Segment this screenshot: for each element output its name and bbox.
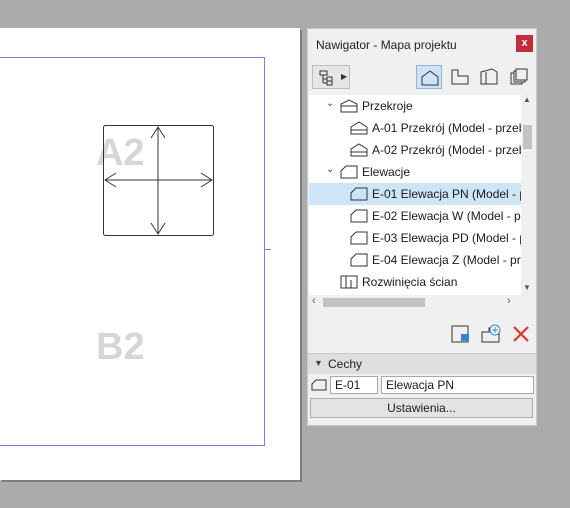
view-map-button[interactable] <box>447 65 473 89</box>
tree-item-label: E-04 Elewacja Z (Model - prze <box>372 253 521 267</box>
navigator-palette: Nawigator - Mapa projektu x ▶ ⌄ Przekroj… <box>307 28 537 426</box>
vertical-scrollbar[interactable]: ▲ ▼ <box>521 95 534 295</box>
collapse-triangle-icon[interactable]: ▼ <box>314 358 323 368</box>
tree-item-selected[interactable]: E-01 Elewacja PN (Model - prz <box>309 183 521 205</box>
properties-title: Cechy <box>328 357 363 371</box>
scroll-down-icon[interactable]: ▼ <box>523 283 531 292</box>
scroll-right-icon[interactable]: › <box>507 295 511 307</box>
elevation-icon <box>350 231 368 245</box>
view-name-field[interactable]: Elewacja PN <box>381 376 534 394</box>
section-icon <box>350 143 368 157</box>
navigator-actions <box>308 319 536 349</box>
section-icon <box>350 121 368 135</box>
chevron-down-icon[interactable]: ⌄ <box>326 98 334 109</box>
publisher-sets-icon <box>510 68 528 85</box>
settings-button[interactable]: Ustawienia... <box>310 398 533 418</box>
tree-item[interactable]: E-02 Elewacja W (Model - prze <box>309 205 521 227</box>
tree-item-label: E-03 Elewacja PD (Model - prz <box>372 231 521 245</box>
zone-label-b2: B2 <box>96 326 145 368</box>
chevron-down-icon[interactable]: ⌄ <box>326 164 334 175</box>
tree-item-label: E-02 Elewacja W (Model - prze <box>372 209 521 223</box>
navigator-toolbar: ▶ <box>308 61 536 91</box>
tree-item-label: Rozwinięcia ścian <box>362 275 458 289</box>
delete-icon[interactable] <box>510 323 532 345</box>
section-folder-icon <box>340 99 358 113</box>
tree-item-label: A-02 Przekrój (Model - przebu <box>372 143 521 157</box>
navigator-options-button[interactable]: ▶ <box>312 65 350 89</box>
new-view-icon[interactable] <box>480 323 502 345</box>
view-map-icon <box>451 69 469 85</box>
scroll-left-icon[interactable]: ‹ <box>312 295 316 307</box>
layout-book-button[interactable] <box>476 65 502 89</box>
palette-title-bar[interactable]: Nawigator - Mapa projektu x <box>308 29 536 61</box>
horizontal-scrollbar[interactable]: ‹ › <box>309 295 521 309</box>
properties-row: E-01 Elewacja PN <box>308 376 536 396</box>
chevron-right-icon: ▶ <box>341 72 348 81</box>
tree-options-icon <box>319 70 333 86</box>
tree-item[interactable]: A-01 Przekrój (Model - przebu <box>309 117 521 139</box>
sheet-edge-marker <box>265 249 271 250</box>
tree-item-label: Przekroje <box>362 99 413 113</box>
view-id-field[interactable]: E-01 <box>330 376 378 394</box>
tree-item-label: A-01 Przekrój (Model - przebu <box>372 121 521 135</box>
elevation-icon <box>350 209 368 223</box>
tree-item[interactable]: A-02 Przekrój (Model - przebu <box>309 139 521 161</box>
drawing-canvas[interactable]: A2 B2 <box>0 28 300 480</box>
tree-item-label: E-01 Elewacja PN (Model - prz <box>372 187 521 201</box>
elevation-icon <box>350 253 368 267</box>
tree-folder-elevations[interactable]: ⌄ Elewacje <box>309 161 521 183</box>
project-map-tree[interactable]: ⌄ Przekroje A-01 Przekrój (Model - przeb… <box>309 95 534 295</box>
palette-title: Nawigator - Mapa projektu <box>316 38 457 52</box>
elevation-icon <box>311 379 327 391</box>
tree-item[interactable]: E-04 Elewacja Z (Model - prze <box>309 249 521 271</box>
interior-elevation-icon <box>340 275 358 289</box>
elevation-marker[interactable] <box>103 125 215 237</box>
scrollbar-thumb[interactable] <box>523 125 532 149</box>
project-map-button[interactable] <box>416 65 442 89</box>
tree-item[interactable]: E-03 Elewacja PD (Model - prz <box>309 227 521 249</box>
elevation-icon <box>350 187 368 201</box>
tree-folder-interior-elevations[interactable]: Rozwinięcia ścian <box>309 271 521 293</box>
layout-sheet-border <box>0 57 265 446</box>
properties-section-header[interactable]: ▼ Cechy <box>308 353 536 374</box>
elevation-folder-icon <box>340 165 358 179</box>
close-button[interactable]: x <box>516 35 533 52</box>
project-map-icon <box>421 70 439 86</box>
tree-item-label: Elewacje <box>362 165 411 179</box>
tree-folder-sections[interactable]: ⌄ Przekroje <box>309 95 521 117</box>
publisher-sets-button[interactable] <box>506 65 532 89</box>
scrollbar-thumb[interactable] <box>323 298 425 307</box>
layout-book-icon <box>480 68 498 85</box>
scroll-up-icon[interactable]: ▲ <box>523 95 531 104</box>
new-layout-icon[interactable] <box>450 323 472 345</box>
